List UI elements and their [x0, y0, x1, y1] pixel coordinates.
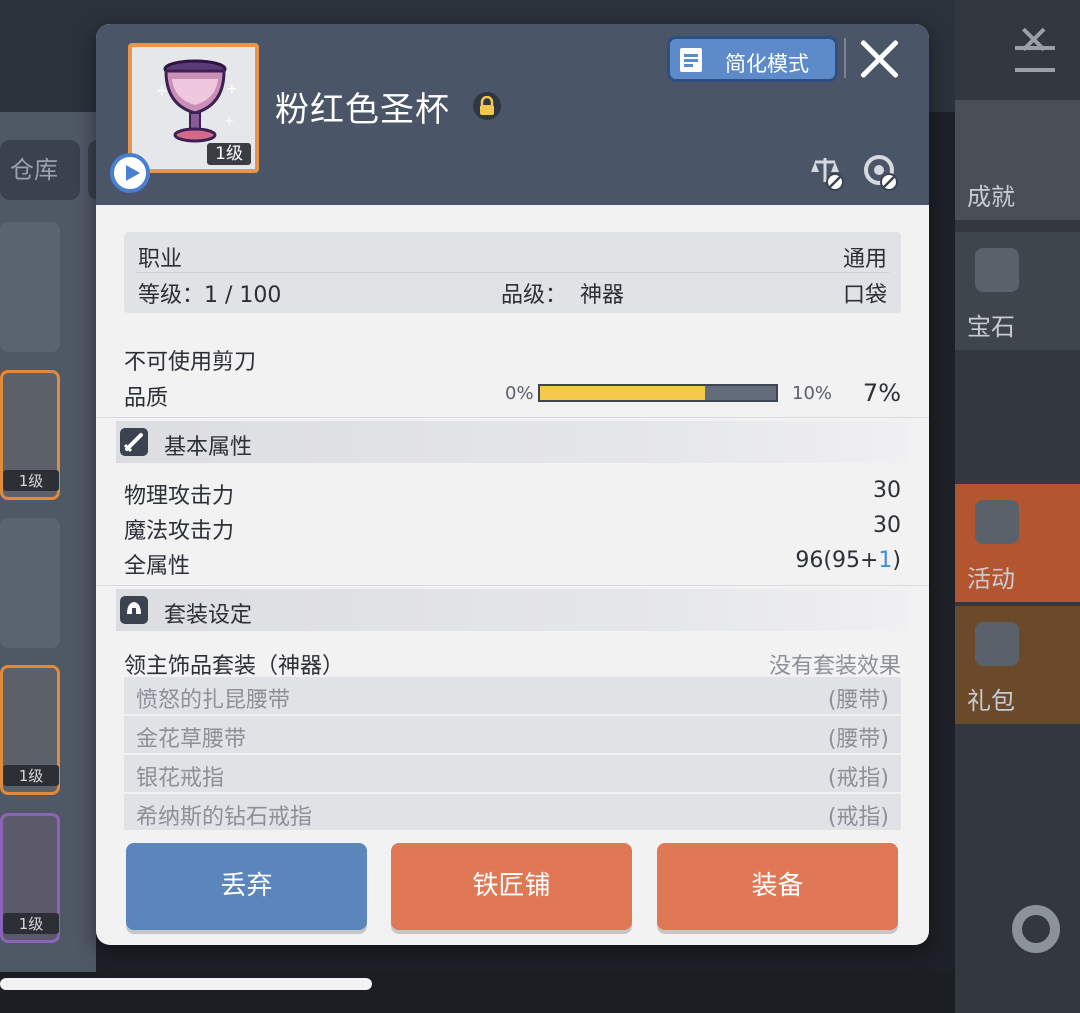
base-stats-header: 基本属性: [116, 421, 908, 463]
set-status: 没有套装效果: [768, 654, 901, 679]
level-label: 等级：1 / 100: [138, 283, 282, 308]
gift-icon: [975, 622, 1019, 666]
grade-label: 品级：: [501, 283, 568, 308]
slot-level-badge: 1级: [3, 765, 59, 786]
job-value: 通用: [842, 247, 887, 272]
dialog-header: + + + 1级 粉红色圣杯 简化模式: [96, 24, 929, 205]
stat-value: 30: [873, 478, 901, 503]
row-separator: [96, 417, 929, 418]
inventory-slot[interactable]: 1级: [0, 370, 60, 500]
slot-value: 口袋: [842, 283, 887, 308]
blacksmith-button[interactable]: 铁匠铺: [391, 843, 632, 930]
inventory-slot[interactable]: [0, 222, 60, 352]
set-piece-slot: (腰带): [827, 727, 889, 752]
discard-button[interactable]: 丢弃: [126, 843, 367, 930]
header-divider: [844, 38, 846, 78]
set-name: 领主饰品套装（神器）: [124, 654, 345, 679]
inventory-slot[interactable]: 1级: [0, 813, 60, 943]
set-piece-name: 银花戒指: [136, 766, 225, 791]
document-icon: [680, 48, 702, 72]
chalice-icon: + + +: [156, 59, 238, 143]
side-menu-gem[interactable]: 宝石: [955, 232, 1080, 350]
menu-icon[interactable]: [1015, 46, 1055, 72]
set-piece-slot: (腰带): [827, 688, 889, 713]
gem-label: 宝石: [967, 313, 1015, 341]
horizontal-scrollbar[interactable]: [0, 978, 372, 990]
item-icon-frame[interactable]: + + + 1级: [128, 43, 259, 173]
gift-label: 礼包: [967, 687, 1015, 715]
base-stats-title: 基本属性: [164, 435, 253, 460]
slot-level-badge: 1级: [3, 470, 59, 491]
set-title: 套装设定: [164, 603, 253, 628]
reset-block-icon[interactable]: [861, 152, 901, 192]
close-icon[interactable]: [856, 36, 902, 82]
set-piece-name: 希纳斯的钻石戒指: [136, 805, 313, 830]
set-piece-row: 金花草腰带 (腰带): [124, 716, 901, 753]
quality-label: 品质: [124, 386, 169, 411]
helmet-icon: [120, 596, 148, 624]
inventory-slot[interactable]: [0, 518, 60, 648]
quality-min-label: 0%: [505, 383, 534, 404]
play-icon[interactable]: [110, 153, 150, 193]
storage-tab[interactable]: 仓库: [0, 140, 80, 200]
set-piece-slot: (戒指): [827, 766, 889, 791]
set-piece-row: 希纳斯的钻石戒指 (戒指): [124, 794, 901, 830]
side-menu-event[interactable]: 活动: [955, 484, 1080, 602]
event-label: 活动: [967, 565, 1015, 593]
item-info-box: 职业 通用 等级：1 / 100 品级： 神器 口袋: [124, 232, 901, 313]
stat-name: 全属性: [124, 554, 191, 579]
grade-value: 神器: [580, 283, 625, 308]
calendar-icon: [975, 500, 1019, 544]
svg-text:+: +: [226, 81, 238, 97]
all-stats-bonus: 1: [878, 548, 893, 573]
simple-mode-label: 简化模式: [725, 52, 809, 76]
set-piece-row: 银花戒指 (戒指): [124, 755, 901, 792]
achievement-label: 成就: [967, 183, 1015, 211]
set-piece-row: 愤怒的扎昆腰带 (腰带): [124, 677, 901, 714]
stat-value: 30: [873, 513, 901, 538]
svg-text:+: +: [156, 83, 168, 99]
all-stats-base: 96(95+: [795, 548, 879, 573]
stat-name: 物理攻击力: [124, 484, 235, 509]
all-stats-value: 96(95+1): [795, 548, 901, 573]
item-detail-dialog: + + + 1级 粉红色圣杯 简化模式 职业 通用 等级：1 / 100 品级：…: [96, 24, 929, 945]
set-piece-name: 愤怒的扎昆腰带: [136, 688, 291, 713]
quality-max-label: 10%: [792, 383, 833, 404]
sword-icon: [120, 428, 148, 456]
quality-bar: [538, 384, 778, 402]
inventory-slot[interactable]: 1级: [0, 665, 60, 795]
no-scissors-note: 不可使用剪刀: [124, 350, 257, 375]
gear-icon[interactable]: [1012, 905, 1060, 953]
job-label: 职业: [138, 247, 183, 272]
set-piece-name: 金花草腰带: [136, 727, 247, 752]
slot-level-badge: 1级: [3, 913, 59, 934]
simple-mode-button[interactable]: 简化模式: [667, 36, 838, 82]
info-divider: [136, 272, 889, 273]
all-stats-close: ): [892, 548, 901, 573]
quality-value: 7%: [862, 379, 901, 407]
item-level-badge: 1级: [207, 143, 251, 165]
set-header: 套装设定: [116, 589, 908, 631]
stat-name: 魔法攻击力: [124, 519, 235, 544]
row-separator: [96, 585, 929, 586]
gem-icon: [975, 248, 1019, 292]
svg-text:+: +: [224, 114, 234, 128]
item-name: 粉红色圣杯: [275, 90, 450, 130]
lock-icon[interactable]: [473, 92, 501, 120]
side-menu-gift[interactable]: 礼包: [955, 606, 1080, 724]
quality-bar-fill: [540, 386, 706, 400]
equip-button[interactable]: 装备: [657, 843, 898, 930]
trade-block-icon[interactable]: [807, 152, 847, 192]
set-piece-slot: (戒指): [827, 805, 889, 830]
side-menu-achievement[interactable]: 成就: [955, 100, 1080, 220]
